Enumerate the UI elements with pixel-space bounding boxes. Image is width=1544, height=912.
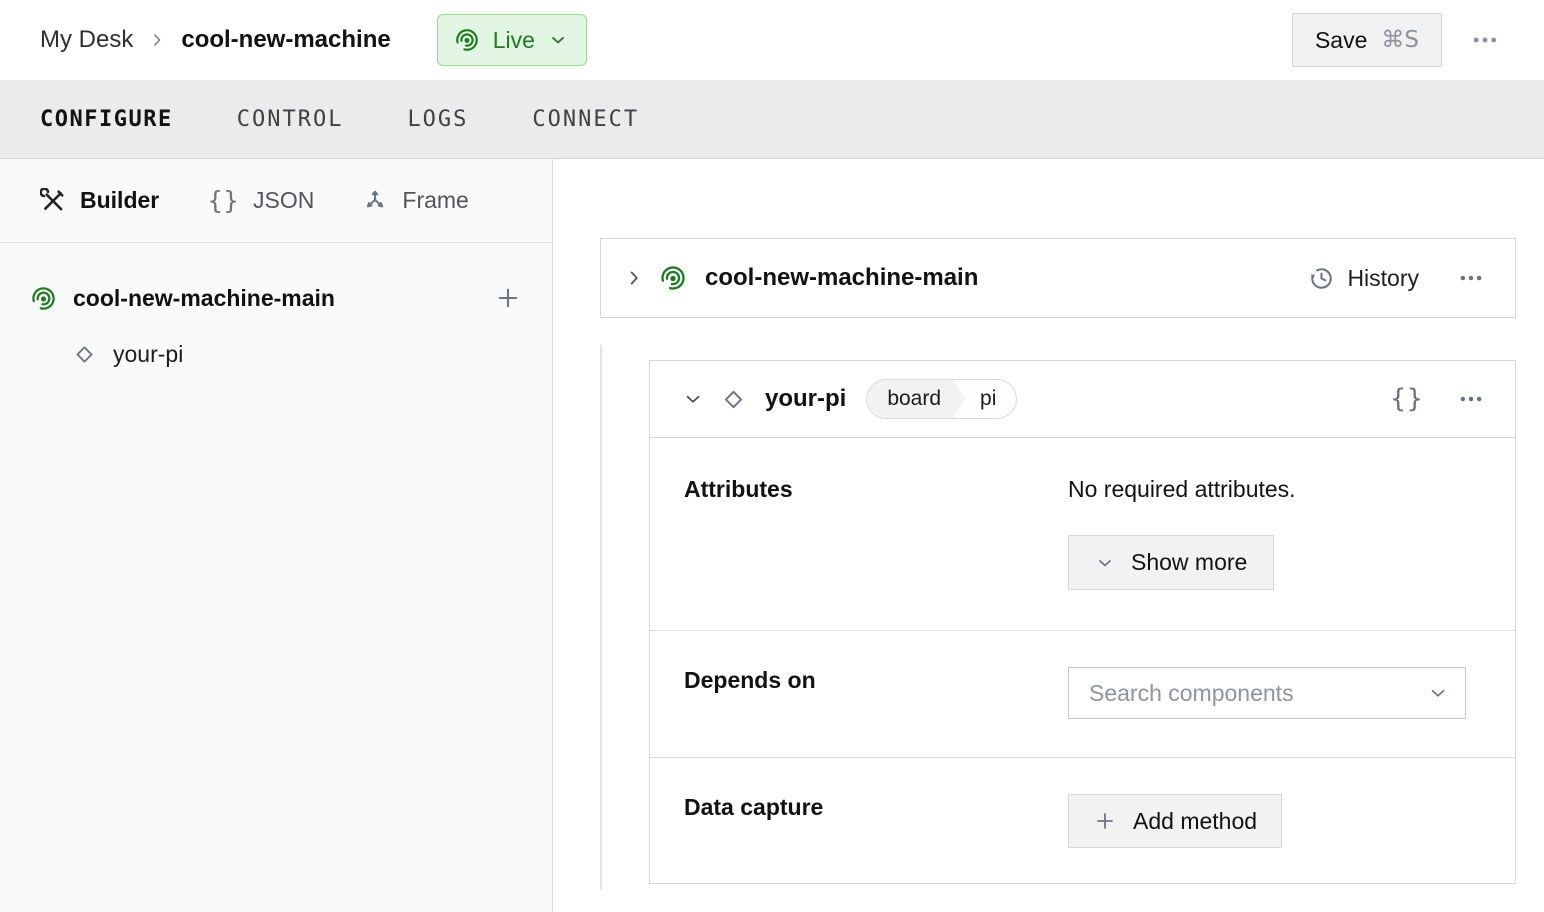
axes-icon [362, 188, 388, 214]
attributes-empty-text: No required attributes. [1068, 476, 1296, 502]
mode-builder-label: Builder [80, 187, 160, 213]
add-method-label: Add method [1133, 807, 1258, 834]
mode-json-label: JSON [253, 187, 315, 213]
part-overflow-menu-button[interactable] [1457, 264, 1485, 292]
ellipsis-icon [1470, 25, 1500, 55]
ellipsis-icon [1457, 264, 1485, 292]
history-clock-icon [1308, 265, 1335, 292]
braces-icon: {} [1389, 384, 1423, 414]
crossed-tools-icon [40, 187, 66, 214]
breadcrumb: My Desk cool-new-machine [40, 26, 391, 54]
tree-item-label: your-pi [113, 340, 184, 367]
machine-part-tree: cool-new-machine-main your-pi [0, 243, 552, 377]
braces-icon: {} [207, 186, 240, 215]
chevron-down-icon [548, 30, 568, 50]
machine-part-title: cool-new-machine-main [705, 264, 979, 291]
component-title: your-pi [765, 385, 847, 412]
component-card-your-pi: your-pi board pi {} Attributes No requir… [649, 360, 1516, 884]
plus-icon [1093, 809, 1117, 833]
tree-item-your-pi[interactable]: your-pi [30, 331, 524, 377]
mode-builder[interactable]: Builder [40, 187, 159, 214]
chevron-right-icon [147, 30, 167, 50]
history-button[interactable]: History [1308, 265, 1419, 292]
view-json-button[interactable]: {} [1390, 384, 1423, 414]
save-shortcut-hint: ⌘S [1381, 27, 1419, 53]
mode-frame[interactable]: Frame [362, 187, 469, 214]
component-overflow-menu-button[interactable] [1457, 385, 1485, 413]
chevron-down-icon [682, 388, 704, 410]
data-capture-label: Data capture [684, 794, 824, 820]
machine-part-card: cool-new-machine-main History [600, 238, 1516, 318]
machine-status-dropdown[interactable]: Live [436, 14, 587, 66]
status-badge-label: Live [492, 26, 535, 53]
component-rail: your-pi board pi {} Attributes No requir… [600, 345, 1516, 890]
tab-configure[interactable]: CONFIGURE [40, 107, 173, 132]
add-component-button[interactable] [492, 282, 524, 314]
depends-on-section: Depends on [650, 631, 1515, 758]
show-more-button[interactable]: Show more [1068, 535, 1275, 590]
broadcast-icon [659, 264, 687, 292]
search-components-input[interactable] [1089, 679, 1427, 707]
attributes-section: Attributes No required attributes. Show … [650, 438, 1515, 631]
tab-control[interactable]: CONTROL [237, 107, 344, 132]
top-header: My Desk cool-new-machine Live Save ⌘S [0, 0, 1544, 80]
tree-item-machine-main[interactable]: cool-new-machine-main [30, 273, 524, 323]
mode-frame-label: Frame [402, 187, 469, 213]
component-type: board [867, 380, 965, 418]
attributes-label: Attributes [684, 476, 793, 502]
chevron-down-icon [1095, 553, 1115, 573]
diamond-icon [72, 342, 97, 367]
breadcrumb-parent-link[interactable]: My Desk [40, 26, 133, 54]
history-button-label: History [1347, 264, 1419, 291]
machine-name-title: cool-new-machine [181, 26, 391, 53]
data-capture-section: Data capture Add method [650, 758, 1515, 883]
broadcast-icon [30, 285, 57, 312]
component-card-header: your-pi board pi {} [650, 361, 1515, 438]
config-sidebar: Builder {} JSON Frame cool-new-machine-m… [0, 159, 553, 912]
broadcast-icon [454, 27, 480, 53]
tab-logs[interactable]: LOGS [407, 107, 468, 132]
expand-part-button[interactable] [623, 267, 645, 289]
depends-on-select[interactable] [1068, 667, 1466, 719]
config-main-panel: cool-new-machine-main History your-pi bo… [553, 159, 1544, 912]
tree-connector-line [600, 345, 602, 890]
primary-tabbar: CONFIGURE CONTROL LOGS CONNECT [0, 80, 1544, 159]
header-overflow-menu-button[interactable] [1470, 25, 1500, 55]
depends-on-label: Depends on [684, 667, 816, 693]
chevron-right-icon [623, 267, 645, 289]
tree-item-label: cool-new-machine-main [73, 284, 335, 311]
component-type-badge: board pi [866, 379, 1018, 419]
workspace: Builder {} JSON Frame cool-new-machine-m… [0, 159, 1544, 912]
ellipsis-icon [1457, 385, 1485, 413]
plus-icon [494, 284, 522, 312]
save-button-label: Save [1314, 26, 1368, 53]
sidebar-mode-switcher: Builder {} JSON Frame [0, 159, 552, 243]
chevron-down-icon [1427, 682, 1449, 704]
tab-connect[interactable]: CONNECT [532, 107, 639, 132]
mode-json[interactable]: {} JSON [207, 186, 314, 215]
save-button[interactable]: Save ⌘S [1291, 13, 1442, 67]
collapse-component-button[interactable] [682, 388, 704, 410]
diamond-icon [720, 386, 747, 413]
show-more-label: Show more [1131, 549, 1248, 575]
add-method-button[interactable]: Add method [1068, 794, 1283, 848]
component-model: pi [980, 387, 997, 410]
